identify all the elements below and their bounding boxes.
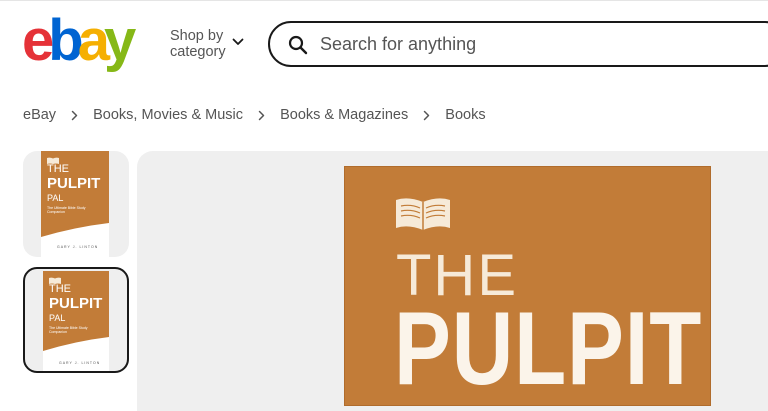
search-icon — [288, 35, 308, 55]
shop-by-category-button[interactable]: Shop by category — [170, 28, 244, 60]
thumb-title-the: THE — [47, 163, 69, 175]
thumb-title-pal: PAL — [47, 193, 64, 203]
main-product-image[interactable]: THE PULPIT — [344, 166, 711, 407]
thumb-subtitle: The Ultimate Bible Study Companion — [47, 206, 86, 214]
thumb-author: GARY J. LINTON — [59, 361, 101, 365]
thumbnail-cover-image: THE PULPIT PAL The Ultimate Bible Study … — [43, 271, 109, 371]
logo-letter-a: a — [77, 8, 110, 73]
cover-title-pulpit: PULPIT — [394, 291, 703, 407]
breadcrumb-item-ebay[interactable]: eBay — [23, 107, 56, 123]
logo-letter-b: b — [48, 8, 84, 73]
breadcrumb-item-books-magazines[interactable]: Books & Magazines — [280, 107, 408, 123]
thumb-title-pulpit: PULPIT — [47, 175, 101, 192]
chevron-right-icon — [424, 110, 430, 120]
thumb-subtitle: The Ultimate Bible Study Companion — [49, 326, 88, 334]
chevron-down-icon — [232, 38, 244, 45]
cover-wave — [43, 337, 109, 371]
ebay-logo[interactable]: ebay — [22, 8, 136, 73]
search-input[interactable] — [320, 32, 720, 56]
thumbnail-1[interactable]: THE PULPIT PAL The Ultimate Bible Study … — [23, 151, 129, 257]
thumb-title-pulpit: PULPIT — [49, 295, 103, 312]
shop-by-label-line2: category — [170, 44, 226, 60]
cover-wave — [41, 223, 109, 257]
chevron-right-icon — [71, 110, 78, 120]
top-divider — [0, 0, 768, 1]
logo-letter-e: e — [22, 8, 54, 73]
thumb-title-the: THE — [49, 283, 71, 295]
logo-letter-y: y — [103, 8, 136, 73]
thumb-title-pal: PAL — [49, 313, 66, 323]
breadcrumb-item-books[interactable]: Books — [445, 107, 485, 123]
chevron-right-icon — [258, 110, 265, 120]
thumb-author: GARY J. LINTON — [57, 245, 99, 249]
shop-by-label-line1: Shop by — [170, 28, 224, 44]
breadcrumb-item-books-movies-music[interactable]: Books, Movies & Music — [93, 107, 243, 123]
thumbnail-2-selected[interactable]: THE PULPIT PAL The Ultimate Bible Study … — [23, 267, 129, 373]
open-book-icon — [396, 198, 450, 230]
search-bar[interactable] — [268, 21, 768, 67]
thumbnail-cover-image: THE PULPIT PAL The Ultimate Bible Study … — [41, 151, 109, 257]
breadcrumb: eBay Books, Movies & Music Books & Magaz… — [23, 107, 486, 123]
